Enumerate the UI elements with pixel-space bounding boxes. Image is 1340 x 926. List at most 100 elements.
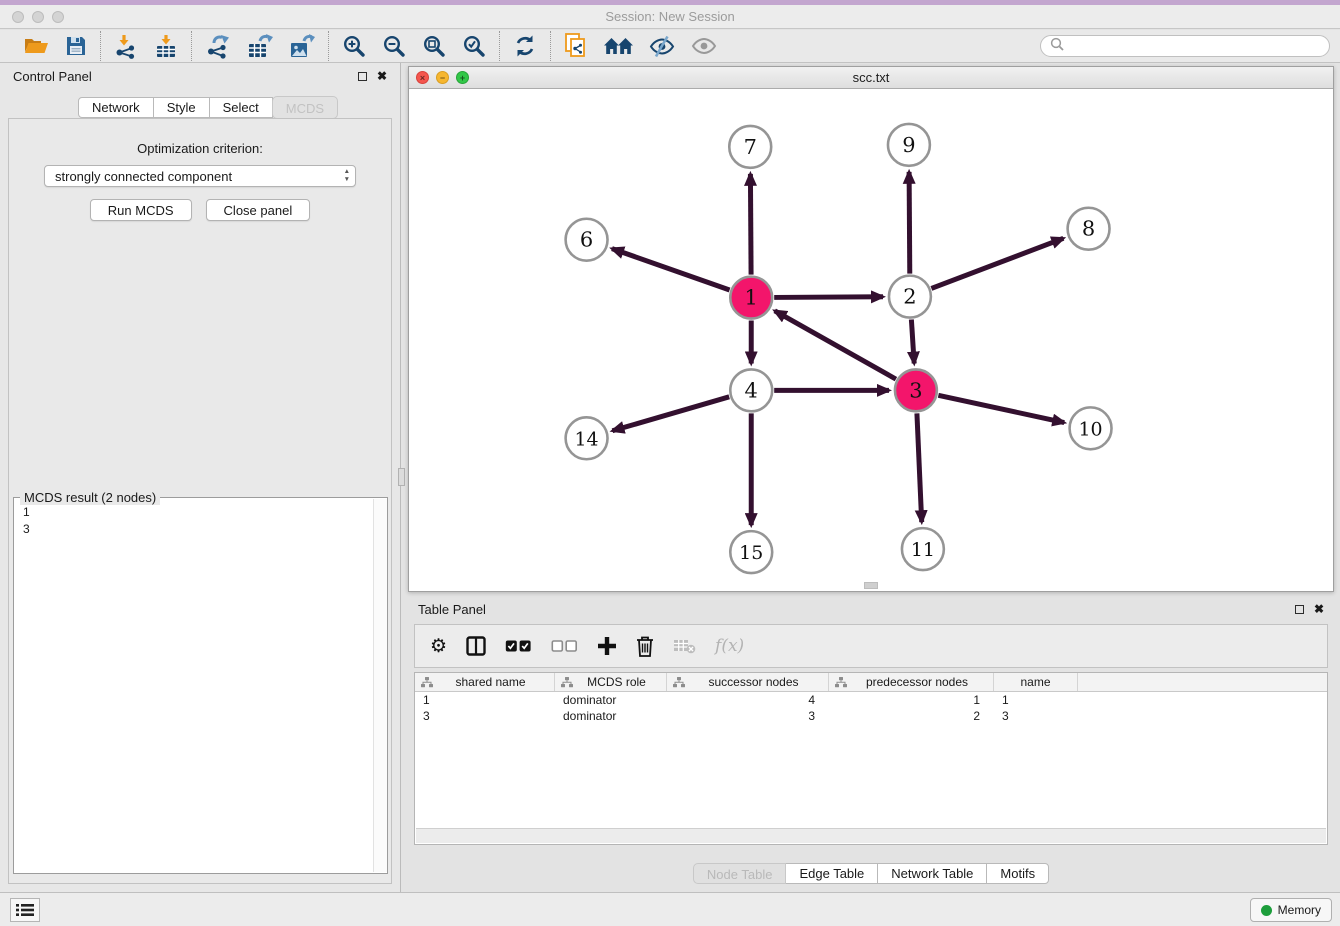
column-namespace-icon — [561, 677, 573, 688]
table-row[interactable]: 3dominator323 — [415, 708, 1327, 724]
search-box[interactable] — [1040, 35, 1330, 57]
zoom-selected-icon[interactable] — [462, 34, 486, 58]
result-scrollbar[interactable] — [373, 499, 387, 872]
table-body: 1dominator4113dominator323 — [415, 692, 1327, 724]
column-header-successor-nodes[interactable]: successor nodes — [667, 673, 829, 691]
select-all-icon[interactable] — [505, 639, 532, 653]
table-cell: 3 — [415, 708, 555, 724]
save-icon[interactable] — [65, 35, 87, 57]
export-network-icon[interactable] — [205, 34, 231, 59]
select-stepper-icon: ▲▼ — [344, 168, 350, 184]
close-panel-icon[interactable]: ✖ — [377, 71, 387, 81]
graph-edge-1-6[interactable] — [612, 249, 730, 290]
table-panel-title: Table Panel — [418, 602, 486, 617]
close-window-icon[interactable] — [12, 11, 24, 23]
graph-node-3[interactable]: 3 — [895, 369, 937, 411]
graph-edge-1-2[interactable] — [774, 297, 883, 298]
graph-edge-2-9[interactable] — [909, 172, 910, 274]
graph-node-7[interactable]: 7 — [729, 126, 771, 168]
trash-icon[interactable] — [636, 636, 654, 657]
tab-network[interactable]: Network — [78, 97, 154, 118]
import-network-icon[interactable] — [114, 34, 138, 59]
table-tabs: Node TableEdge TableNetwork TableMotifs — [408, 863, 1334, 884]
close-panel-button[interactable]: Close panel — [206, 199, 311, 221]
table-cell: 1 — [994, 692, 1078, 708]
import-table-icon[interactable] — [154, 34, 178, 59]
memory-label: Memory — [1278, 903, 1321, 917]
panel-splitter-handle[interactable] — [398, 468, 405, 486]
graph-edge-3-11[interactable] — [917, 413, 922, 522]
tab-motifs[interactable]: Motifs — [986, 863, 1049, 884]
graph-node-8[interactable]: 8 — [1068, 208, 1110, 250]
zoom-out-icon[interactable] — [382, 34, 406, 58]
table-scrollbar[interactable] — [416, 828, 1326, 843]
tab-mcds[interactable]: MCDS — [272, 96, 338, 119]
hide-selected-icon[interactable] — [649, 35, 675, 58]
optimization-criterion-select[interactable]: strongly connected component ▲▼ — [44, 165, 356, 187]
open-folder-icon[interactable] — [23, 35, 49, 57]
maximize-view-icon[interactable]: + — [456, 71, 469, 84]
zoom-in-icon[interactable] — [342, 34, 366, 58]
graph-node-1[interactable]: 1 — [730, 277, 772, 319]
duplicate-network-icon[interactable] — [564, 33, 588, 59]
svg-text:15: 15 — [739, 542, 763, 564]
graph-edge-3-10[interactable] — [938, 395, 1064, 422]
first-neighbors-icon[interactable] — [604, 35, 633, 57]
gear-icon[interactable]: ⚙ — [430, 637, 447, 656]
minimize-window-icon[interactable] — [32, 11, 44, 23]
network-graph[interactable]: 7 9 6 8 1 2 4 3 14 10 15 11 — [409, 89, 1333, 591]
window-controls[interactable] — [12, 11, 64, 23]
graph-node-9[interactable]: 9 — [888, 124, 930, 166]
graph-node-2[interactable]: 2 — [889, 276, 931, 318]
table-row[interactable]: 1dominator411 — [415, 692, 1327, 708]
graph-edge-1-7[interactable] — [750, 174, 751, 275]
columns-icon[interactable] — [466, 636, 486, 656]
graph-node-6[interactable]: 6 — [566, 219, 608, 261]
column-header-name[interactable]: name — [994, 673, 1078, 691]
column-header-mcds-role[interactable]: MCDS role — [555, 673, 667, 691]
deselect-all-icon[interactable] — [551, 639, 578, 653]
table-cell: dominator — [555, 692, 667, 708]
zoom-window-icon[interactable] — [52, 11, 64, 23]
graph-node-11[interactable]: 11 — [902, 528, 944, 570]
graph-node-10[interactable]: 10 — [1070, 407, 1112, 449]
zoom-fit-icon[interactable] — [422, 34, 446, 58]
tab-network-table[interactable]: Network Table — [877, 863, 987, 884]
graph-edge-2-8[interactable] — [931, 238, 1063, 288]
tab-node-table[interactable]: Node Table — [693, 863, 787, 884]
tab-select[interactable]: Select — [209, 97, 273, 118]
task-history-button[interactable] — [10, 898, 40, 922]
export-image-icon[interactable] — [289, 34, 315, 59]
float-table-panel-icon[interactable] — [1295, 605, 1304, 614]
export-table-icon[interactable] — [247, 34, 273, 59]
network-view-window: × − + scc.txt 7968124314101511 — [408, 66, 1334, 592]
column-header-shared-name[interactable]: shared name — [415, 673, 555, 691]
graph-node-4[interactable]: 4 — [730, 369, 772, 411]
list-icon — [16, 903, 34, 917]
svg-text:6: 6 — [580, 228, 593, 252]
float-panel-icon[interactable] — [358, 72, 367, 81]
refresh-icon[interactable] — [513, 34, 537, 58]
close-view-icon[interactable]: × — [416, 71, 429, 84]
graph-node-14[interactable]: 14 — [566, 417, 608, 459]
search-input[interactable] — [1069, 38, 1320, 54]
graph-node-15[interactable]: 15 — [730, 531, 772, 573]
graph-edge-4-14[interactable] — [612, 397, 729, 431]
run-mcds-button[interactable]: Run MCDS — [90, 199, 192, 221]
minimize-view-icon[interactable]: − — [436, 71, 449, 84]
tab-style[interactable]: Style — [153, 97, 210, 118]
titlebar: Session: New Session — [0, 5, 1340, 29]
memory-button[interactable]: Memory — [1250, 898, 1332, 922]
app-window: Session: New Session Control Panel ✖ Net… — [0, 0, 1340, 926]
graph-edge-2-3[interactable] — [911, 319, 914, 363]
canvas-scroll-grip[interactable] — [864, 582, 878, 589]
network-canvas[interactable]: 7 9 6 8 1 2 4 3 14 10 15 11 — [409, 89, 1333, 591]
column-label: successor nodes — [708, 675, 798, 689]
close-table-panel-icon[interactable]: ✖ — [1314, 604, 1324, 614]
tab-edge-table[interactable]: Edge Table — [785, 863, 878, 884]
column-header-predecessor-nodes[interactable]: predecessor nodes — [829, 673, 994, 691]
add-icon[interactable] — [597, 636, 617, 656]
svg-text:1: 1 — [745, 286, 758, 310]
table-cell: 3 — [994, 708, 1078, 724]
graph-edge-3-1[interactable] — [775, 311, 896, 379]
